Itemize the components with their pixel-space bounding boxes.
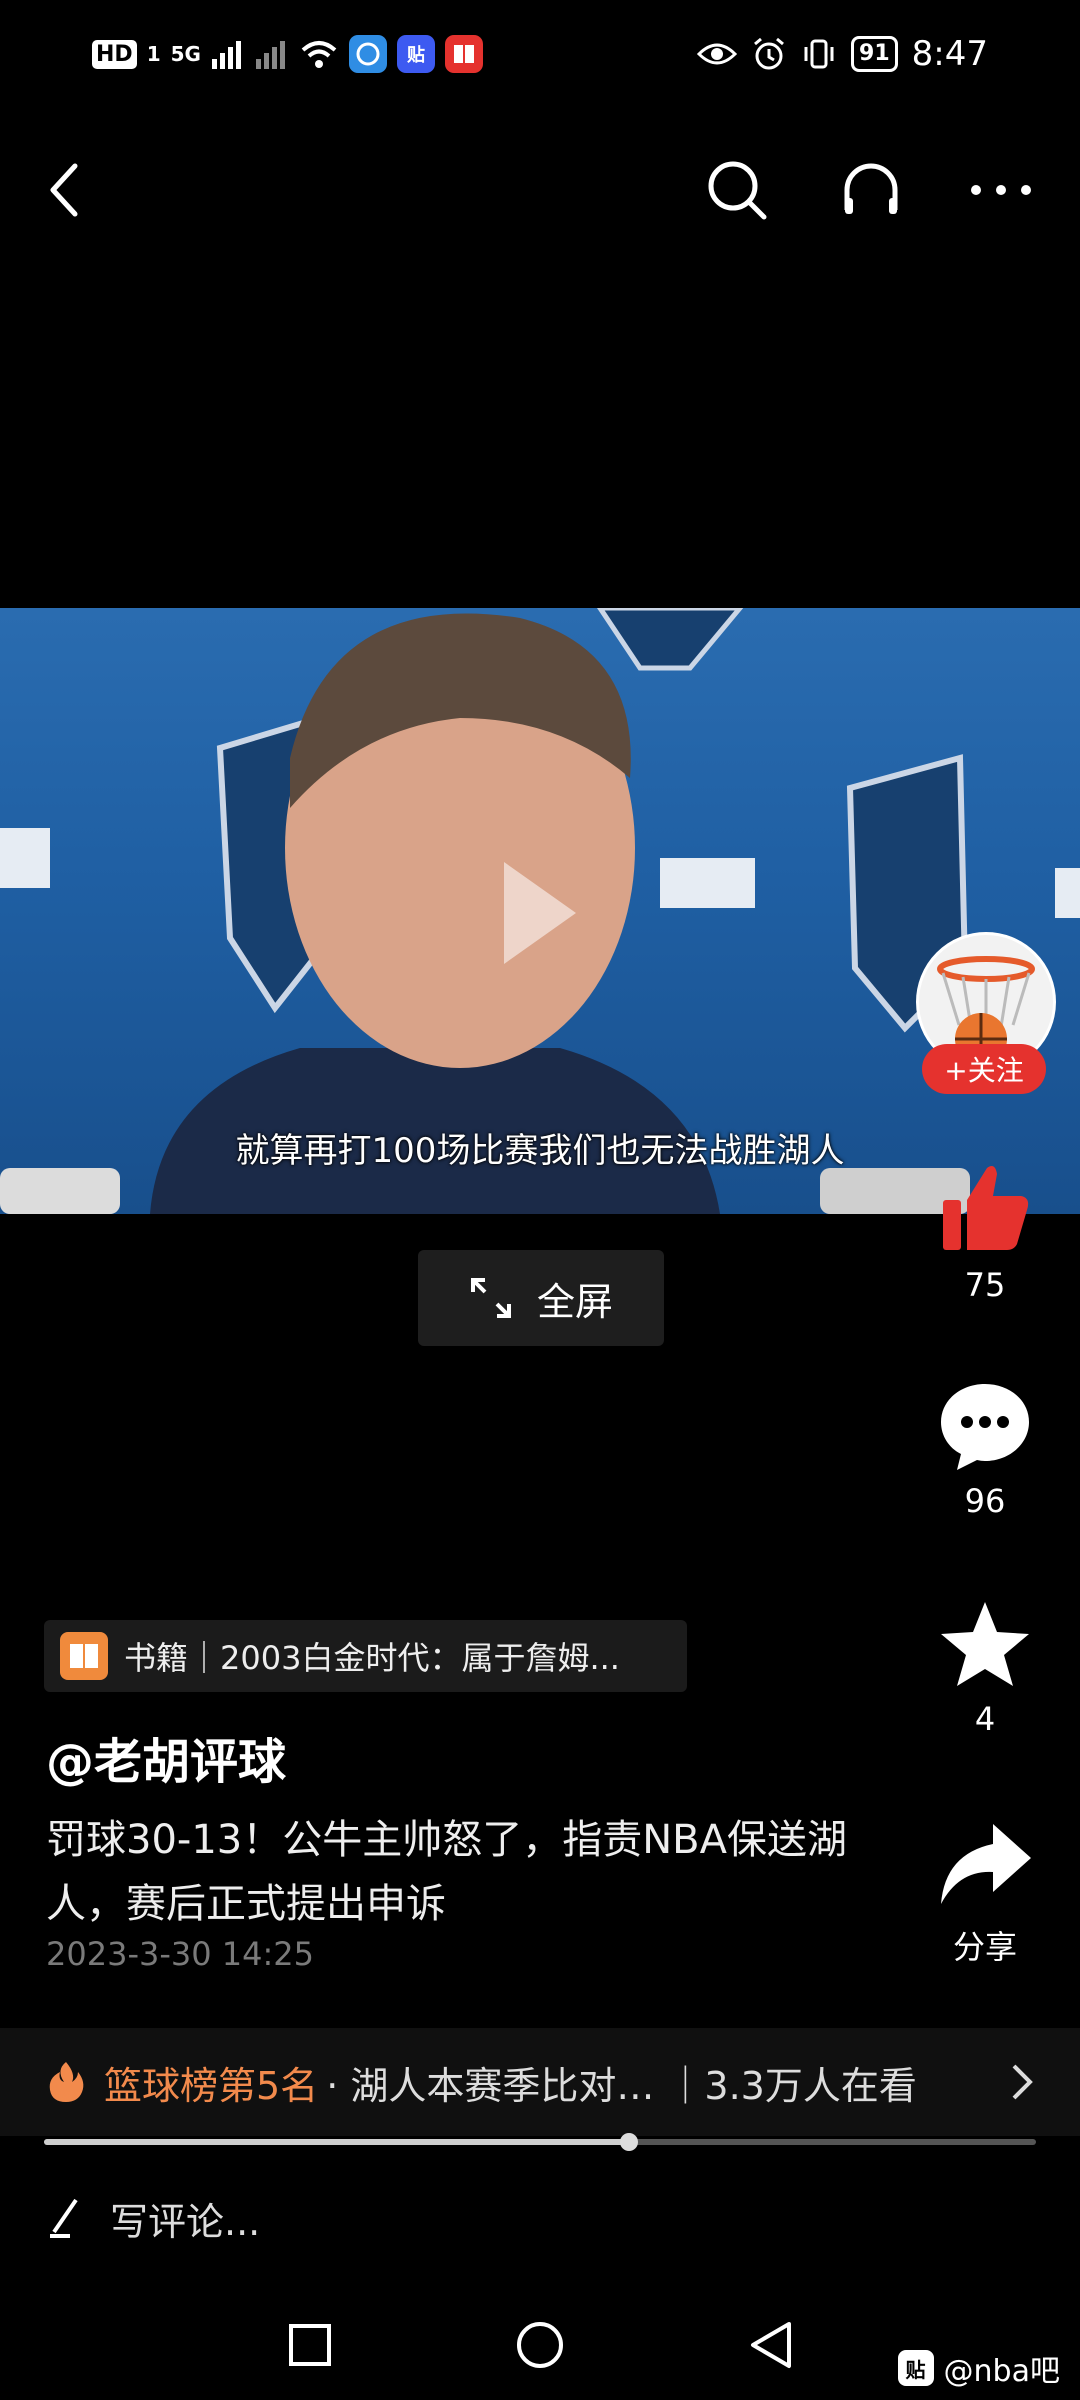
listen-button[interactable]	[826, 140, 916, 240]
headphones-icon	[844, 163, 898, 214]
signal-icon	[211, 41, 241, 69]
post-date: 2023-3-30 14:25	[46, 1935, 314, 1973]
comment-bubble-icon	[941, 1384, 1029, 1470]
signal-off-icon	[255, 41, 285, 69]
book-tag[interactable]: 书籍｜2003白金时代：属于詹姆...	[44, 1620, 687, 1692]
hot-description: · 湖人本赛季比对… ｜3.3万人在看	[326, 2063, 917, 2108]
alarm-icon	[754, 37, 784, 70]
network-type: 5G	[170, 42, 201, 66]
pen-icon	[50, 2198, 78, 2238]
eye-comfort-icon	[697, 43, 738, 65]
progress-fill	[44, 2139, 630, 2145]
author-name[interactable]: @老胡评球	[46, 1722, 286, 1792]
system-back-button[interactable]	[715, 2290, 825, 2400]
tieba-logo-icon: 贴	[897, 2350, 934, 2386]
video-player[interactable]: 就算再打100场比赛我们也无法战胜湖人	[0, 608, 1080, 1214]
reader-app-icon	[444, 35, 483, 73]
play-icon[interactable]	[500, 858, 580, 968]
sim-slot: 1	[146, 42, 161, 66]
chevron-right-icon	[1012, 2064, 1033, 2100]
hot-ranking-bar[interactable]: 篮球榜第5名 · 湖人本赛季比对… ｜3.3万人在看	[0, 2028, 1080, 2136]
watermark-text: @nba吧	[943, 2354, 1060, 2389]
book-tag-text: 书籍｜2003白金时代：属于詹姆...	[124, 1639, 620, 1677]
more-button[interactable]	[956, 140, 1046, 240]
video-subtitle: 就算再打100场比赛我们也无法战胜湖人	[235, 1131, 845, 1171]
home-button[interactable]	[485, 2290, 595, 2400]
like-count: 75	[964, 1266, 1006, 1304]
clock: 8:47	[911, 34, 988, 74]
chevron-left-icon	[50, 163, 78, 217]
comment-count: 96	[964, 1482, 1006, 1520]
share-action[interactable]: 分享	[920, 1820, 1050, 1968]
book-icon	[60, 1632, 108, 1680]
follow-button[interactable]: +关注	[922, 1044, 1046, 1094]
comment-action[interactable]: 96	[920, 1380, 1050, 1520]
circle-icon	[517, 2322, 563, 2368]
progress-handle[interactable]	[620, 2133, 639, 2151]
like-action[interactable]: 75	[920, 1160, 1050, 1304]
battery-level: 91	[851, 36, 898, 72]
fullscreen-label: 全屏	[536, 1279, 613, 1324]
star-icon	[941, 1602, 1029, 1686]
favorite-action[interactable]: 4	[920, 1598, 1050, 1738]
share-label: 分享	[952, 1928, 1017, 1966]
wifi-icon	[301, 41, 337, 68]
video-progress-bar[interactable]	[44, 2133, 1036, 2151]
status-left: HD 1 5G 贴	[92, 30, 483, 78]
more-dots-icon	[971, 185, 1031, 195]
comment-placeholder: 写评论...	[110, 2199, 261, 2244]
status-right: 91 8:47	[697, 30, 988, 78]
hd-indicator: HD	[92, 39, 137, 69]
search-icon	[708, 161, 767, 220]
thumbs-up-icon	[943, 1166, 1029, 1250]
tieba-app-icon: 贴	[396, 35, 435, 73]
square-icon	[289, 2324, 331, 2366]
fullscreen-button[interactable]: 全屏	[418, 1250, 664, 1346]
expand-icon	[470, 1278, 511, 1318]
vibrate-icon	[804, 39, 834, 69]
recent-apps-button[interactable]	[255, 2290, 365, 2400]
comment-input[interactable]: 写评论...	[46, 2178, 260, 2258]
favorite-count: 4	[974, 1700, 996, 1738]
back-button[interactable]	[20, 140, 110, 240]
fire-icon	[49, 2062, 84, 2102]
status-bar: HD 1 5G 贴 91 8:47	[0, 0, 1080, 110]
triangle-back-icon	[751, 2322, 791, 2368]
hot-rank: 篮球榜第5名	[104, 2063, 319, 2108]
top-nav	[0, 140, 1080, 240]
browser-app-icon	[348, 35, 387, 73]
share-arrow-icon	[941, 1824, 1031, 1904]
search-button[interactable]	[692, 140, 782, 240]
watermark: 贴 @nba吧	[897, 2346, 1060, 2390]
post-title: 罚球30-13！公牛主帅怒了，指责NBA保送湖人，赛后正式提出申诉	[46, 1817, 847, 1927]
